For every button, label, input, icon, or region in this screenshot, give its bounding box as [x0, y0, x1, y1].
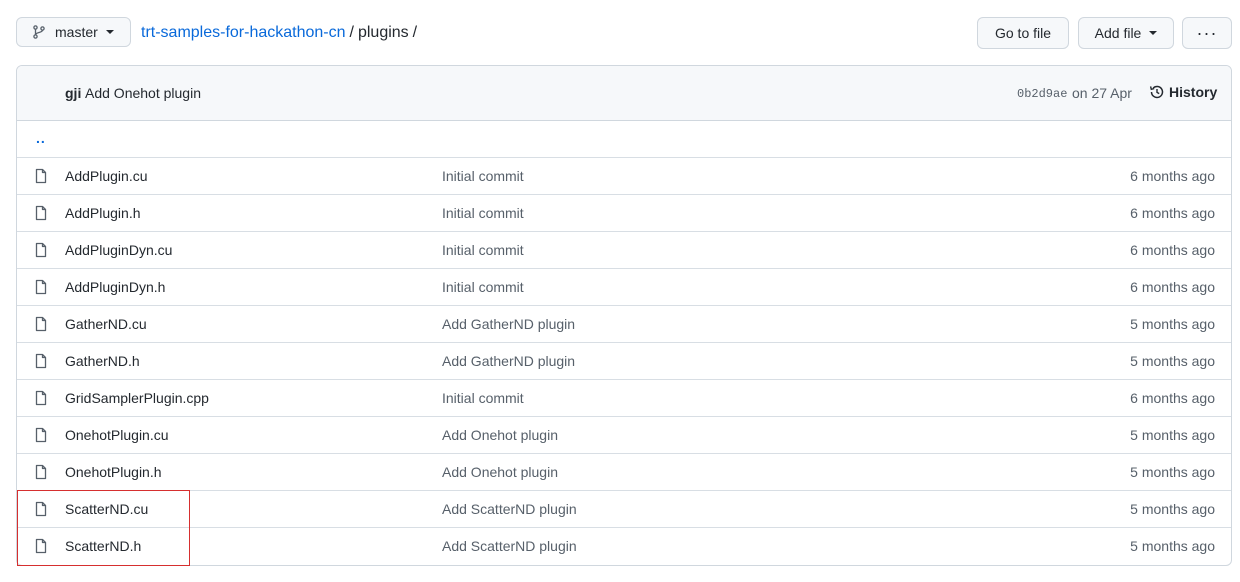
file-commit-message[interactable]: Initial commit: [442, 390, 524, 406]
file-row: AddPluginDyn.h Initial commit 6 months ago: [17, 269, 1231, 306]
file-icon: [33, 427, 49, 443]
file-icon: [33, 501, 49, 517]
file-row: GatherND.h Add GatherND plugin 5 months ag…: [17, 343, 1231, 380]
history-icon: [1149, 85, 1164, 99]
go-to-file-button[interactable]: Go to file: [977, 17, 1069, 49]
file-name-link[interactable]: OnehotPlugin.cu: [65, 427, 169, 443]
file-commit-message[interactable]: Initial commit: [442, 279, 524, 295]
file-commit-age: 5 months ago: [1130, 427, 1215, 443]
branch-name: master: [55, 24, 98, 40]
file-row: OnehotPlugin.cu Add Onehot plugin 5 months…: [17, 417, 1231, 454]
file-name-link[interactable]: AddPluginDyn.cu: [65, 242, 172, 258]
commit-message[interactable]: Add Onehot plugin: [85, 85, 201, 101]
file-icon: [33, 464, 49, 480]
chevron-down-icon: [1149, 31, 1158, 35]
file-icon: [33, 242, 49, 258]
file-commit-age: 5 months ago: [1130, 501, 1215, 517]
add-file-button[interactable]: Add file: [1078, 17, 1174, 49]
file-commit-message[interactable]: Add Onehot plugin: [442, 464, 558, 480]
commit-date: on 27 Apr: [1072, 85, 1132, 101]
history-link[interactable]: History: [1149, 84, 1217, 100]
file-name-link[interactable]: GatherND.cu: [65, 316, 147, 332]
file-icon: [33, 390, 49, 406]
file-commit-age: 6 months ago: [1130, 205, 1215, 221]
file-name-link[interactable]: AddPlugin.cu: [65, 168, 148, 184]
file-icon: [33, 205, 49, 221]
file-row: GatherND.cu Add GatherND plugin 5 months a…: [17, 306, 1231, 343]
file-name-link[interactable]: ScatterND.h: [65, 538, 141, 554]
file-commit-message[interactable]: Add ScatterND plugin: [442, 538, 577, 554]
breadcrumb-current-folder: plugins: [357, 24, 409, 41]
parent-directory-link[interactable]: ..: [36, 130, 46, 146]
file-commit-message[interactable]: Add Onehot plugin: [442, 427, 558, 443]
chevron-down-icon: [105, 30, 114, 34]
add-file-label: Add file: [1094, 25, 1142, 41]
file-icon: [33, 316, 49, 332]
file-commit-age: 5 months ago: [1130, 464, 1215, 480]
file-commit-age: 6 months ago: [1130, 279, 1215, 295]
file-commit-age: 6 months ago: [1130, 242, 1215, 258]
file-commit-message[interactable]: Add ScatterND plugin: [442, 501, 577, 517]
file-commit-age: 5 months ago: [1130, 538, 1215, 554]
file-commit-message[interactable]: Add GatherND plugin: [442, 353, 575, 369]
file-commit-message[interactable]: Initial commit: [442, 168, 524, 184]
file-name-link[interactable]: GridSamplerPlugin.cpp: [65, 390, 209, 406]
parent-directory-row: ..: [17, 121, 1231, 158]
breadcrumb-separator: /: [349, 24, 354, 41]
file-commit-message[interactable]: Initial commit: [442, 205, 524, 221]
file-commit-message[interactable]: Initial commit: [442, 242, 524, 258]
file-icon: [33, 538, 49, 554]
latest-commit-bar: gji Add Onehot plugin 0b2d9ae on 27 Apr …: [17, 66, 1231, 121]
branch-icon: [31, 24, 47, 40]
file-commit-message[interactable]: Add GatherND plugin: [442, 316, 575, 332]
file-name-link[interactable]: GatherND.h: [65, 353, 140, 369]
history-label: History: [1169, 84, 1218, 100]
file-icon: [33, 168, 49, 184]
file-row: AddPlugin.cu Initial commit 6 months ago: [17, 158, 1231, 195]
file-name-link[interactable]: AddPlugin.h: [65, 205, 141, 221]
file-list: gji Add Onehot plugin 0b2d9ae on 27 Apr …: [16, 65, 1232, 566]
breadcrumb-repo-link[interactable]: trt-samples-for-hackathon-cn: [141, 24, 346, 41]
file-commit-age: 6 months ago: [1130, 168, 1215, 184]
file-name-link[interactable]: AddPluginDyn.h: [65, 279, 165, 295]
branch-select-button[interactable]: master: [16, 17, 131, 47]
file-name-link[interactable]: ScatterND.cu: [65, 501, 148, 517]
file-navigation: master trt-samples-for-hackathon-cn / plug…: [16, 16, 1232, 50]
file-row: ScatterND.h Add ScatterND plugin 5 months …: [17, 528, 1231, 565]
file-row: OnehotPlugin.h Add Onehot plugin 5 months …: [17, 454, 1231, 491]
file-commit-age: 5 months ago: [1130, 316, 1215, 332]
breadcrumb-separator: /: [412, 24, 418, 41]
file-row: AddPluginDyn.cu Initial commit 6 months ag…: [17, 232, 1231, 269]
file-commit-age: 5 months ago: [1130, 353, 1215, 369]
commit-sha[interactable]: 0b2d9ae: [1017, 87, 1067, 101]
file-row: GridSamplerPlugin.cpp Initial commit 6 mon…: [17, 380, 1231, 417]
commit-author[interactable]: gji: [65, 85, 81, 101]
more-options-button[interactable]: ···: [1182, 17, 1232, 49]
file-commit-age: 6 months ago: [1130, 390, 1215, 406]
file-row: AddPlugin.h Initial commit 6 months ago: [17, 195, 1231, 232]
file-row: ScatterND.cu Add ScatterND plugin 5 months…: [17, 491, 1231, 528]
file-icon: [33, 353, 49, 369]
file-icon: [33, 279, 49, 295]
breadcrumb: trt-samples-for-hackathon-cn / plugins /: [141, 24, 421, 42]
file-name-link[interactable]: OnehotPlugin.h: [65, 464, 162, 480]
